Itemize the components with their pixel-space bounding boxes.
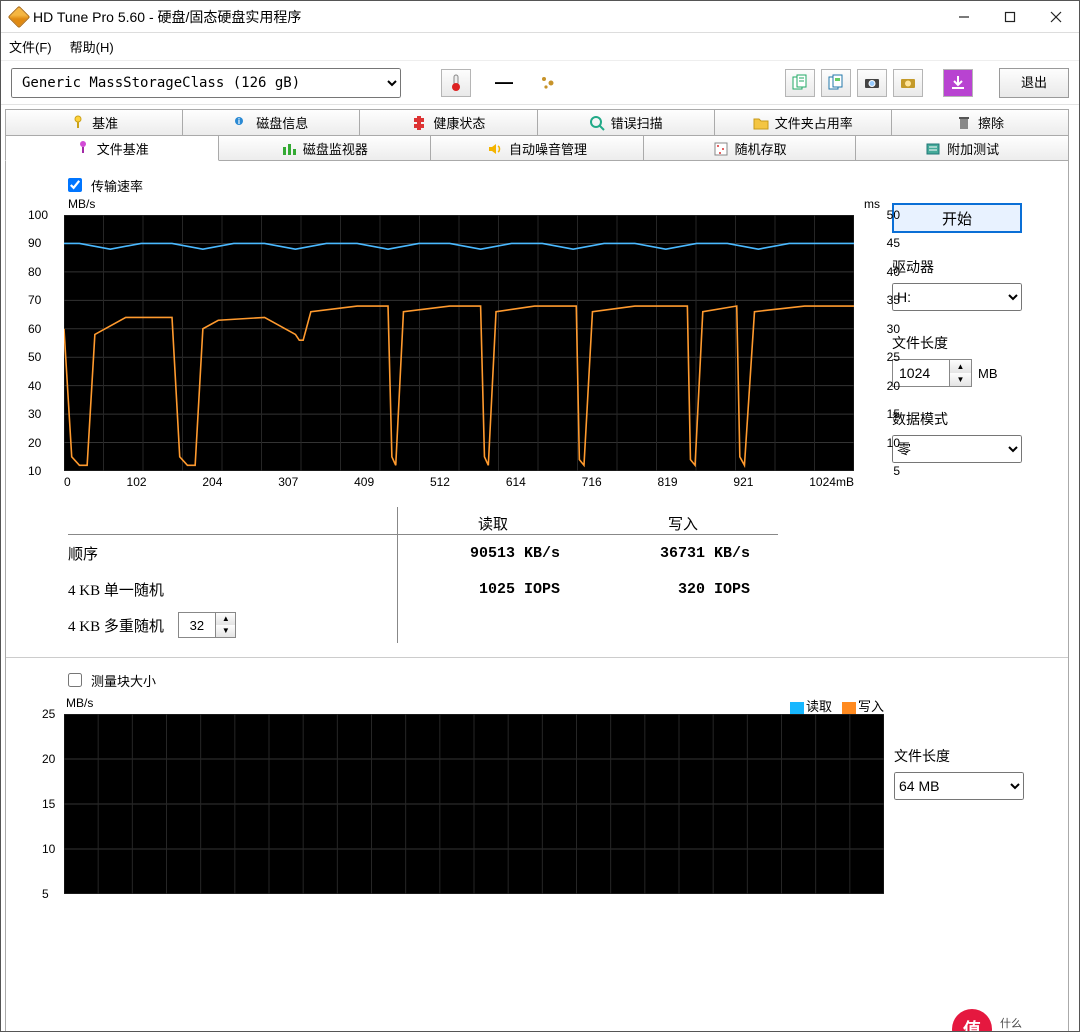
results-row: 4 KB 单一随机1025 IOPS320 IOPS [68,571,778,607]
menu-bar: 文件(F) 帮助(H) [1,33,1079,61]
app-icon [8,5,31,28]
queue-depth-spinner[interactable]: ▲▼ [178,612,236,638]
copy-text-icon[interactable] [785,69,815,97]
start-button[interactable]: 开始 [892,203,1022,233]
legend: 读取 写入 [790,696,884,715]
tab-基准[interactable]: 基准 [5,109,183,135]
tab-附加测试[interactable]: 附加测试 [856,135,1069,161]
chart-canvas [64,215,854,471]
results-row: 顺序90513 KB/s36731 KB/s [68,535,778,571]
block-size-canvas [64,714,884,894]
toolbar: Generic MassStorageClass (126 gB) — 退出 [1,61,1079,105]
file-length-spinner[interactable]: ▲▼ [892,359,972,387]
file-length-unit: MB [978,366,998,381]
drive-select[interactable]: Generic MassStorageClass (126 gB) [11,68,401,98]
lower-file-length-label: 文件长度 [894,746,1054,766]
data-mode-select[interactable]: 零 [892,435,1022,463]
tab-自动噪音管理[interactable]: 自动噪音管理 [431,135,644,161]
tab-磁盘监视器[interactable]: 磁盘监视器 [219,135,432,161]
tab-随机存取[interactable]: 随机存取 [644,135,857,161]
tab-strip: 基准i磁盘信息健康状态错误扫描文件夹占用率擦除 文件基准磁盘监视器自动噪音管理随… [1,105,1079,1032]
side-controls: 开始 驱动器 H: 文件长度 ▲▼ MB 数据模式 零 [882,201,1052,643]
title-bar: HD Tune Pro 5.60 - 硬盘/固态硬盘实用程序 [1,1,1079,33]
thermometer-icon[interactable] [441,69,471,97]
col-write: 写入 [588,513,778,534]
save-screenshot-icon[interactable] [893,69,923,97]
tab-panel-file-benchmark: 传输速率 MB/s ms 102030405060708090100 51015… [5,160,1069,1032]
download-icon[interactable] [943,69,973,97]
spin-up[interactable]: ▲ [950,360,971,373]
tab-磁盘信息[interactable]: i磁盘信息 [183,109,360,135]
transfer-rate-checkbox[interactable]: 传输速率 [64,175,143,195]
data-mode-label: 数据模式 [892,409,1052,429]
transfer-rate-chart: MB/s ms 102030405060708090100 5101520253… [64,201,882,501]
lower-file-length-select[interactable]: 64 MB [894,772,1024,800]
svg-text:i: i [238,117,240,126]
file-length-label: 文件长度 [892,333,1052,353]
tab-文件夹占用率[interactable]: 文件夹占用率 [715,109,892,135]
y-left-unit: MB/s [68,197,95,211]
exit-button[interactable]: 退出 [999,68,1069,98]
svg-text:什么: 什么 [1000,1017,1022,1030]
maximize-button[interactable] [987,1,1033,33]
copy-data-icon[interactable] [821,69,851,97]
transfer-rate-checkbox-input[interactable] [68,178,82,192]
minimize-button[interactable] [941,1,987,33]
drive-label: 驱动器 [892,257,1052,277]
menu-help[interactable]: 帮助(H) [70,37,114,56]
app-window: HD Tune Pro 5.60 - 硬盘/固态硬盘实用程序 文件(F) 帮助(… [0,0,1080,1032]
tab-文件基准[interactable]: 文件基准 [5,135,219,161]
file-length-input[interactable] [893,360,949,386]
svg-text:值: 值 [963,1019,981,1032]
results-row: 4 KB 多重随机▲▼ [68,607,778,643]
block-size-checkbox-input[interactable] [68,673,82,687]
tab-擦除[interactable]: 擦除 [892,109,1069,135]
block-size-checkbox[interactable]: 测量块大小 [64,670,156,690]
col-read: 读取 [398,513,588,534]
menu-file[interactable]: 文件(F) [9,37,52,56]
window-title: HD Tune Pro 5.60 - 硬盘/固态硬盘实用程序 [33,7,301,27]
watermark: 值 什么 值得买 [950,1007,1060,1032]
spin-down[interactable]: ▼ [950,373,971,386]
results-table: 读取 写入 顺序90513 KB/s36731 KB/s4 KB 单一随机102… [68,507,778,643]
y-right-unit: ms [864,197,880,211]
close-button[interactable] [1033,1,1079,33]
tab-健康状态[interactable]: 健康状态 [360,109,537,135]
sparkle-icon [533,69,563,97]
drive-letter-select[interactable]: H: [892,283,1022,311]
tab-错误扫描[interactable]: 错误扫描 [538,109,715,135]
camera-icon[interactable] [857,69,887,97]
